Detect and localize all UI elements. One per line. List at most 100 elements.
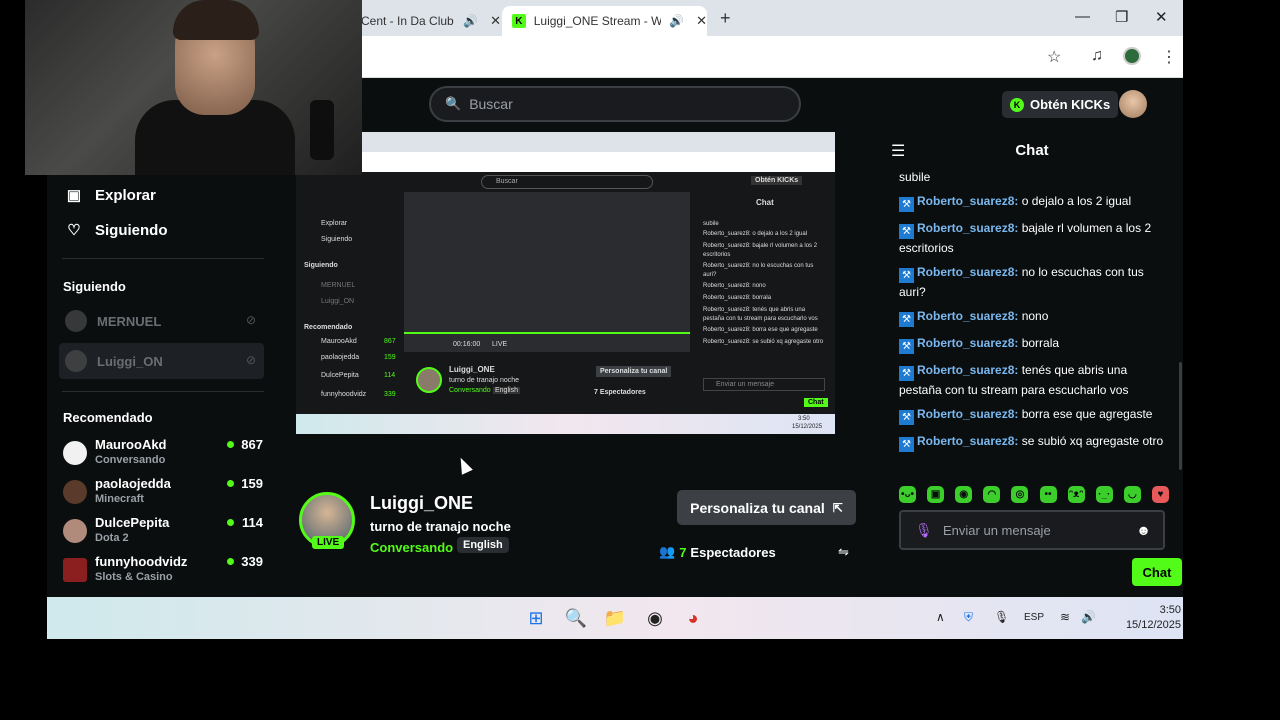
webcam-overlay [25, 0, 362, 175]
windows-start-icon[interactable]: ⊞ [524, 606, 548, 630]
chat-message: ⚒ Roberto_suarez8: nono [899, 307, 1169, 327]
inner-following: Luiggi_ON [321, 298, 355, 305]
emote-icon[interactable]: •• [1039, 486, 1057, 503]
emote-icon[interactable]: ◠ [983, 486, 1001, 503]
inner-rec: paolaojedda [321, 354, 360, 361]
chat-header: ☰ Chat [881, 130, 1183, 170]
chat-username[interactable]: Roberto_suarez8: [917, 336, 1018, 350]
inner-chat-line: Roberto_suarez8: bajale rl volumen a los… [703, 243, 818, 258]
maximize-button[interactable]: ❐ [1115, 8, 1128, 26]
avatar [65, 350, 87, 372]
avatar [63, 480, 87, 504]
customize-channel-button[interactable]: Personaliza tu canal ⇱ [677, 490, 856, 525]
emoji-icon[interactable]: ☻ [1136, 522, 1151, 538]
recommended-item[interactable]: paolaojedda Minecraft 159 [63, 476, 263, 512]
speaker-icon[interactable]: 🔊 [669, 14, 684, 28]
clock-date[interactable]: 15/12/2025 [1097, 619, 1181, 631]
clock-time[interactable]: 3:50 [1111, 604, 1181, 616]
inner-send: Chat [804, 398, 828, 407]
security-shield-icon[interactable]: ⛨ [964, 610, 973, 625]
get-kicks-button[interactable]: K Obtén KICKs [1002, 91, 1119, 118]
search-input[interactable]: 🔍 Buscar [429, 86, 801, 122]
nav-label: Siguiendo [95, 221, 168, 239]
inner-search: Buscar [481, 175, 653, 189]
menu-icon[interactable]: ⋮ [1161, 47, 1177, 67]
obs-icon[interactable]: ◉ [643, 606, 667, 630]
badge-icon: ⚒ [899, 437, 914, 452]
input-language[interactable]: ESP [1024, 612, 1044, 623]
chat-username[interactable]: Roberto_suarez8: [917, 309, 1018, 323]
language-tag[interactable]: English [457, 537, 509, 553]
message-text: se subió xq agregaste otro [1018, 434, 1164, 448]
file-explorer-icon[interactable]: 📁 [603, 606, 627, 630]
chat-panel: ☰ Chat subile ⚒ Roberto_suarez8: o dejalo… [881, 130, 1183, 597]
stream-category[interactable]: Conversando [370, 540, 453, 555]
following-item-mernuel[interactable]: MERNUEL ⊘ [59, 303, 264, 339]
screen: Cent - In Da Club ( 🔊 ✕ K Luiggi_ONE Str… [0, 0, 1280, 720]
chevron-up-icon[interactable]: ∧ [936, 610, 945, 624]
chat-username[interactable]: Roberto_suarez8: [917, 434, 1018, 448]
tab-luiggi-stream[interactable]: K Luiggi_ONE Stream - Watch 🔊 ✕ [502, 6, 707, 36]
nav-siguiendo[interactable]: ♡ Siguiendo [65, 221, 168, 240]
recommended-item[interactable]: funnyhoodvidz Slots & Casino 339 [63, 554, 263, 590]
share-icon[interactable]: ⇋ [838, 544, 849, 560]
minimize-button[interactable]: — [1075, 8, 1090, 25]
explore-icon: ▣ [66, 187, 82, 204]
tab-in-da-club[interactable]: Cent - In Da Club ( 🔊 ✕ [361, 6, 501, 36]
wifi-icon[interactable]: ≋ [1060, 610, 1070, 624]
tab-title: Cent - In Da Club ( [361, 14, 456, 28]
profile-avatar[interactable] [1123, 47, 1141, 65]
chat-username[interactable]: Roberto_suarez8: [917, 407, 1018, 421]
emote-icon[interactable]: ▣ [927, 486, 945, 503]
video-player[interactable]: Buscar Obtén KICKs Chat Explorar Siguien… [275, 130, 881, 472]
emote-icon[interactable]: ·_· [1095, 486, 1113, 503]
viewer-number: 7 [679, 544, 687, 560]
channel-category: Slots & Casino [95, 571, 173, 583]
viewer-count: 114 [242, 515, 263, 530]
chat-message-input[interactable]: 🎙 Enviar un mensaje ☻ [899, 510, 1165, 550]
inner-chat-line: Roberto_suarez8: borra ese que agregaste [703, 327, 818, 333]
volume-icon[interactable]: 🔊 [1081, 610, 1096, 624]
send-chat-button[interactable]: Chat [1132, 558, 1182, 586]
chat-username[interactable]: Roberto_suarez8: [917, 363, 1018, 377]
microphone-icon[interactable]: 🎙 [915, 522, 933, 539]
chat-username[interactable]: Roberto_suarez8: [917, 265, 1018, 279]
user-avatar[interactable] [1119, 90, 1147, 118]
new-tab-button[interactable]: + [720, 8, 731, 29]
inner-chat-line: Roberto_suarez8: no lo escuchas con tus … [703, 263, 814, 278]
avatar [63, 558, 87, 582]
inner-following-heading: Siguiendo [304, 262, 338, 269]
close-tab-icon[interactable]: ✕ [696, 13, 707, 29]
inner-clock: 3:50 [798, 416, 810, 422]
close-tab-icon[interactable]: ✕ [490, 13, 501, 29]
external-link-icon: ⇱ [832, 500, 843, 515]
chat-scrollbar[interactable] [1179, 362, 1182, 470]
nav-explorar[interactable]: ▣ Explorar [65, 186, 156, 205]
chat-message: ⚒ Roberto_suarez8: tenés que abris una pe… [899, 361, 1169, 399]
kick-favicon-icon: K [512, 14, 526, 28]
emote-icon[interactable]: ◎ [1011, 486, 1029, 503]
chat-message: ⚒ Roberto_suarez8: o dejalo a los 2 igual [899, 192, 1169, 212]
emote-icon[interactable]: ♥ [1151, 486, 1169, 503]
following-item-luiggi[interactable]: Luiggi_ON ⊘ [59, 343, 264, 379]
recommended-item[interactable]: DulcePepita Dota 2 114 [63, 515, 263, 551]
chrome-icon[interactable]: ◕ [681, 606, 705, 630]
badge-icon: ⚒ [899, 197, 914, 212]
channel-name: MERNUEL [97, 313, 162, 329]
speaker-icon[interactable]: 🔊 [463, 14, 478, 28]
emote-icon[interactable]: ◡ [1123, 486, 1141, 503]
inner-progress [404, 332, 690, 334]
emote-icon[interactable]: •ᴗ• [899, 486, 916, 503]
media-control-icon[interactable]: ♫ [1091, 47, 1103, 65]
recommended-item[interactable]: MaurooAkd Conversando 867 [63, 437, 263, 473]
microphone-icon[interactable]: 🎙 [994, 610, 1009, 624]
close-window-button[interactable]: ✕ [1155, 8, 1168, 26]
emote-icon[interactable]: ᵔᴥᵔ [1067, 486, 1085, 503]
emote-icon[interactable]: ◉ [955, 486, 973, 503]
chat-username[interactable]: Roberto_suarez8: [917, 194, 1018, 208]
search-icon[interactable]: 🔍 [564, 606, 588, 630]
get-kicks-label: Obtén KICKs [1030, 97, 1111, 112]
streamer-name[interactable]: Luiggi_ONE [370, 493, 473, 514]
star-icon[interactable]: ☆ [1047, 47, 1061, 67]
chat-username[interactable]: Roberto_suarez8: [917, 221, 1018, 235]
